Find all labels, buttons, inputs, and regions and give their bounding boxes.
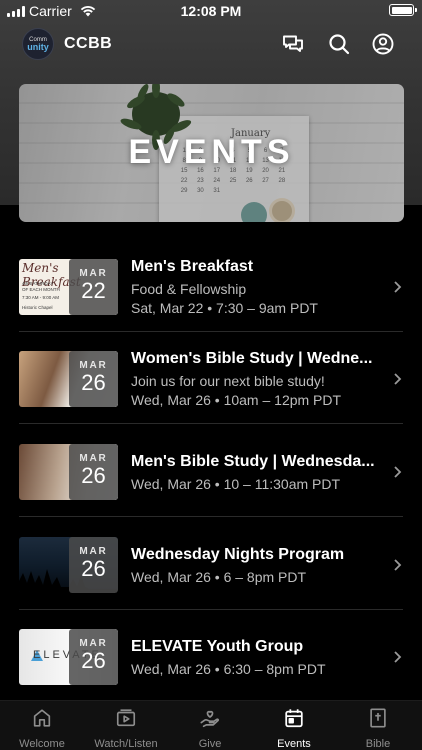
tab-label: Welcome [19, 738, 65, 750]
logo-text-bottom: unity [27, 41, 49, 52]
event-thumbnail: MAR 26 [19, 444, 118, 500]
tab-label: Events [277, 738, 311, 750]
chevron-right-icon [394, 651, 402, 663]
chevron-right-icon [394, 281, 402, 293]
divider [19, 423, 403, 424]
event-datetime: Wed, Mar 26 • 6 – 8pm PDT [131, 569, 307, 585]
tab-label: Give [198, 738, 222, 750]
event-text: Men's Breakfast Food & Fellowship Sat, M… [131, 258, 386, 316]
event-datetime: Wed, Mar 26 • 10am – 12pm PDT [131, 392, 342, 408]
app-title: CCBB [64, 35, 113, 52]
bible-icon [370, 708, 386, 728]
tab-events[interactable]: Events [252, 707, 336, 750]
event-datetime: Wed, Mar 26 • 10 – 11:30am PDT [131, 476, 341, 492]
date-badge: MAR 26 [69, 351, 118, 407]
event-row[interactable]: ELEVATE MAR 26 ELEVATE Youth Group Wed, … [0, 610, 422, 702]
date-badge: MAR 22 [69, 259, 118, 315]
event-text: Wednesday Nights Program Wed, Mar 26 • 6… [131, 546, 386, 585]
tab-give[interactable]: Give [168, 707, 252, 750]
event-row[interactable]: MAR 26 Men's Bible Study | Wednesda... W… [0, 425, 422, 517]
date-badge-day: 26 [81, 370, 106, 395]
hero-title: EVENTS [128, 133, 295, 171]
event-title: ELEVATE Youth Group [131, 638, 304, 655]
event-subtitle: Food & Fellowship [131, 281, 247, 297]
date-badge: MAR 26 [69, 444, 118, 500]
event-title: Wednesday Nights Program [131, 546, 345, 563]
event-row[interactable]: MAR 26 Women's Bible Study | Wedne... Jo… [0, 332, 422, 424]
event-thumbnail: Men's Breakfast 4th SATURDAY OF EACH MON… [19, 259, 118, 315]
church-logo[interactable]: Comm unity [22, 28, 54, 60]
date-badge-day: 26 [81, 648, 106, 673]
account-icon[interactable] [371, 32, 395, 56]
date-badge-day: 26 [81, 463, 106, 488]
event-datetime: Wed, Mar 26 • 6:30 – 8pm PDT [131, 661, 326, 677]
tab-bible[interactable]: Bible [336, 707, 420, 750]
event-row[interactable]: MAR 26 Wednesday Nights Program Wed, Mar… [0, 518, 422, 610]
divider [19, 516, 403, 517]
event-title: Men's Breakfast [131, 258, 254, 275]
event-thumbnail: MAR 26 [19, 537, 118, 593]
event-title: Men's Bible Study | Wednesda... [131, 453, 375, 470]
date-badge-day: 22 [81, 278, 106, 303]
event-subtitle: Join us for our next bible study! [131, 373, 325, 389]
tab-watch-listen[interactable]: Watch/Listen [84, 707, 168, 750]
battery-icon [389, 4, 417, 16]
event-thumbnail: MAR 26 [19, 351, 118, 407]
play-icon [116, 709, 136, 727]
status-time: 12:08 PM [180, 3, 242, 19]
event-title: Women's Bible Study | Wedne... [131, 350, 373, 367]
thumb-text-line: 7:30 AM - 9:00 AM [22, 295, 60, 300]
chevron-right-icon [394, 373, 402, 385]
thumb-text-line: Historic Chapel [22, 305, 53, 310]
app-header: Comm unity CCBB [0, 26, 422, 62]
home-icon [33, 709, 51, 727]
event-text: Women's Bible Study | Wedne... Join us f… [131, 350, 386, 408]
status-bar: Carrier 12:08 PM [0, 0, 422, 22]
date-badge-day: 26 [81, 556, 106, 581]
event-datetime: Sat, Mar 22 • 7:30 – 9am PDT [131, 300, 318, 316]
event-text: ELEVATE Youth Group Wed, Mar 26 • 6:30 –… [131, 638, 386, 677]
calendar-icon [285, 709, 303, 728]
thumb-text-line: OF EACH MONTH [22, 287, 60, 292]
events-hero-banner: January 1234567 8 9 10 11 12 13 14 15 16 17 18 19 2… [19, 84, 404, 222]
tab-bar: Welcome Watch/Listen Give Events Bible [0, 700, 422, 750]
event-text: Men's Bible Study | Wednesda... Wed, Mar… [131, 453, 386, 492]
date-badge: MAR 26 [69, 537, 118, 593]
tab-label: Watch/Listen [94, 738, 158, 750]
event-row[interactable]: Men's Breakfast 4th SATURDAY OF EACH MON… [0, 240, 422, 332]
chevron-right-icon [394, 466, 402, 478]
messages-icon[interactable] [281, 32, 305, 56]
give-hand-heart-icon [200, 710, 220, 728]
chevron-right-icon [394, 559, 402, 571]
search-icon[interactable] [327, 32, 351, 56]
tab-label: Bible [365, 738, 391, 750]
date-badge: MAR 26 [69, 629, 118, 685]
event-thumbnail: ELEVATE MAR 26 [19, 629, 118, 685]
tab-welcome[interactable]: Welcome [0, 707, 84, 750]
